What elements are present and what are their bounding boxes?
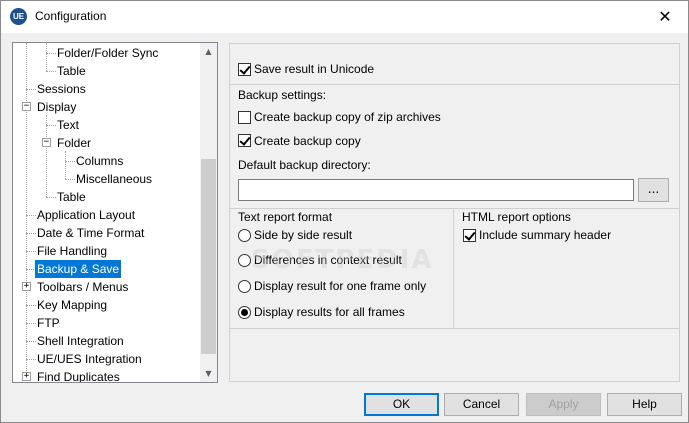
include-summary-checkbox[interactable] bbox=[463, 229, 476, 242]
browse-button[interactable]: ... bbox=[638, 178, 669, 202]
tree-item-toolbars-menus[interactable]: Toolbars / Menus bbox=[35, 278, 130, 296]
tree-item-table[interactable]: Table bbox=[55, 188, 88, 206]
tree-connector bbox=[46, 115, 47, 197]
divider bbox=[230, 84, 679, 85]
tree-item-display[interactable]: Display bbox=[35, 98, 78, 116]
tree-item-sessions[interactable]: Sessions bbox=[35, 80, 88, 98]
backup-copy-checkbox[interactable] bbox=[238, 134, 251, 147]
apply-button[interactable]: Apply bbox=[526, 393, 601, 416]
tree-connector bbox=[65, 151, 66, 179]
app-logo-icon: UE bbox=[10, 8, 27, 25]
save-unicode-label: Save result in Unicode bbox=[254, 62, 375, 76]
tree-item-miscellaneous[interactable]: Miscellaneous bbox=[74, 170, 154, 188]
one-frame-radio[interactable] bbox=[238, 280, 251, 293]
tree-item-file-handling[interactable]: File Handling bbox=[35, 242, 109, 260]
divider bbox=[230, 328, 679, 329]
tree-item-columns[interactable]: Columns bbox=[74, 152, 125, 170]
configuration-window: UE Configuration ✕ − − + + Folder/Folder… bbox=[0, 0, 689, 423]
tree-content: − − + + Folder/Folder Sync Table Session… bbox=[13, 43, 201, 382]
side-by-side-radio[interactable] bbox=[238, 229, 251, 242]
collapse-icon[interactable]: − bbox=[42, 138, 51, 147]
html-report-title: HTML report options bbox=[462, 210, 571, 224]
ok-button[interactable]: OK bbox=[364, 393, 439, 416]
divider bbox=[453, 208, 454, 328]
tree-item-key-mapping[interactable]: Key Mapping bbox=[35, 296, 109, 314]
backup-settings-label: Backup settings: bbox=[238, 88, 327, 102]
tree-connector bbox=[26, 43, 27, 379]
scroll-down-icon[interactable]: ▼ bbox=[200, 365, 217, 382]
tree-item-backup-save[interactable]: Backup & Save bbox=[35, 260, 122, 278]
scroll-thumb[interactable] bbox=[201, 159, 216, 354]
expand-icon[interactable]: + bbox=[22, 282, 31, 291]
divider bbox=[230, 208, 679, 209]
backup-dir-label: Default backup directory: bbox=[238, 158, 371, 172]
text-report-title: Text report format bbox=[238, 210, 333, 224]
tree-item-folder[interactable]: Folder bbox=[55, 134, 93, 152]
differences-context-radio[interactable] bbox=[238, 254, 251, 267]
backup-dir-input[interactable] bbox=[238, 179, 634, 201]
close-icon[interactable]: ✕ bbox=[642, 1, 688, 32]
scroll-up-icon[interactable]: ▲ bbox=[200, 43, 217, 60]
tree-connector bbox=[46, 43, 47, 71]
tree-item-ue-ues-integration[interactable]: UE/UES Integration bbox=[35, 350, 144, 368]
cancel-button[interactable]: Cancel bbox=[444, 393, 519, 416]
one-frame-label: Display result for one frame only bbox=[254, 279, 427, 293]
backup-zip-checkbox[interactable] bbox=[238, 111, 251, 124]
include-summary-label: Include summary header bbox=[479, 228, 612, 242]
all-frames-radio[interactable] bbox=[238, 306, 251, 319]
tree-item-ftp[interactable]: FTP bbox=[35, 314, 62, 332]
tree-item-text[interactable]: Text bbox=[55, 116, 81, 134]
backup-save-panel: Save result in Unicode Backup settings: … bbox=[229, 43, 680, 382]
all-frames-label: Display results for all frames bbox=[254, 305, 405, 319]
tree-item-shell-integration[interactable]: Shell Integration bbox=[35, 332, 126, 350]
expand-icon[interactable]: + bbox=[22, 372, 31, 381]
tree-item-date-time-format[interactable]: Date & Time Format bbox=[35, 224, 146, 242]
tree-item-folder-sync[interactable]: Folder/Folder Sync bbox=[55, 44, 160, 62]
collapse-icon[interactable]: − bbox=[22, 102, 31, 111]
tree-item-find-duplicates[interactable]: Find Duplicates bbox=[35, 368, 122, 382]
settings-tree: − − + + Folder/Folder Sync Table Session… bbox=[12, 42, 218, 383]
tree-scrollbar[interactable]: ▲ ▼ bbox=[200, 43, 217, 382]
backup-copy-label: Create backup copy bbox=[254, 134, 361, 148]
window-title: Configuration bbox=[35, 9, 107, 23]
save-unicode-checkbox[interactable] bbox=[238, 63, 251, 76]
watermark: SOFTPEDIA bbox=[251, 245, 434, 275]
tree-item-application-layout[interactable]: Application Layout bbox=[35, 206, 137, 224]
help-button[interactable]: Help bbox=[607, 393, 682, 416]
backup-zip-label: Create backup copy of zip archives bbox=[254, 110, 441, 124]
side-by-side-label: Side by side result bbox=[254, 228, 353, 242]
tree-item-table[interactable]: Table bbox=[55, 62, 88, 80]
title-bar: UE Configuration ✕ bbox=[1, 1, 688, 33]
